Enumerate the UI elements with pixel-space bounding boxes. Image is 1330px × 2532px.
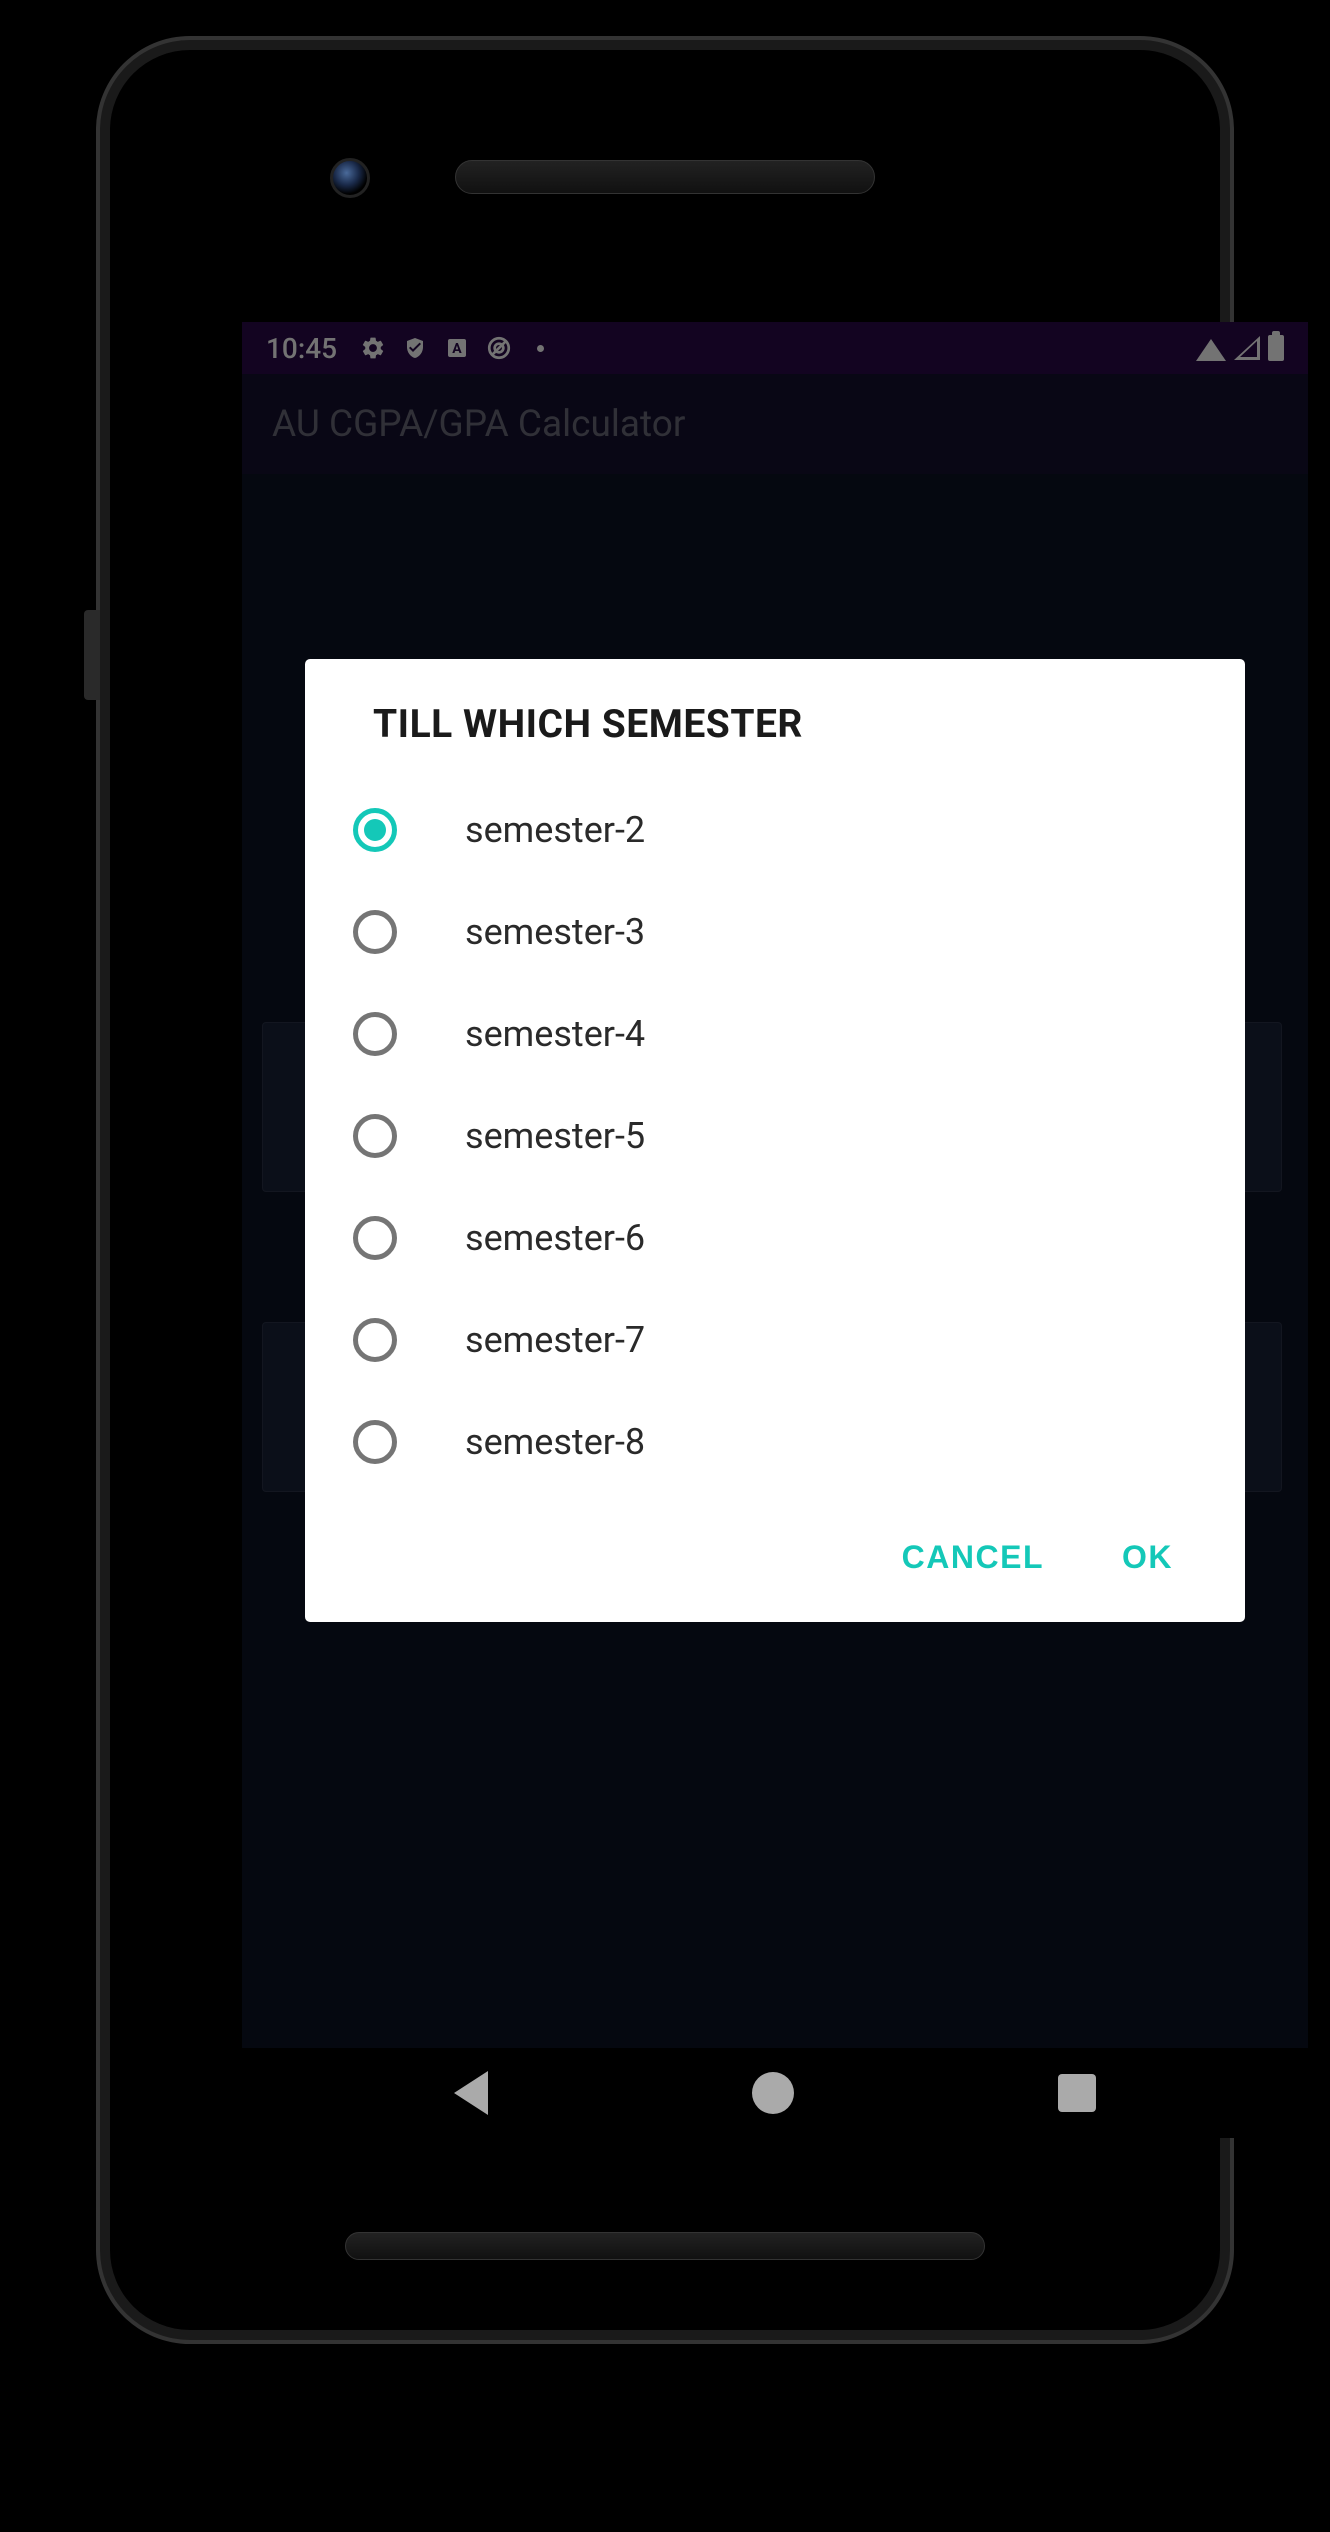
camera-lens [330, 158, 370, 198]
navigation-bar [242, 2048, 1308, 2138]
ok-button[interactable]: OK [1110, 1531, 1185, 1584]
radio-icon [353, 1012, 397, 1056]
recent-button[interactable] [1058, 2074, 1096, 2112]
dialog-overlay[interactable]: TILL WHICH SEMESTER semester-2 semester-3… [242, 322, 1308, 2138]
screen: 10:45 A [242, 322, 1308, 2138]
radio-label: semester-8 [465, 1421, 645, 1463]
radio-item-semester-3[interactable]: semester-3 [305, 881, 1245, 983]
radio-item-semester-6[interactable]: semester-6 [305, 1187, 1245, 1289]
radio-item-semester-5[interactable]: semester-5 [305, 1085, 1245, 1187]
phone-frame: 10:45 A [100, 40, 1230, 2340]
radio-icon [353, 1318, 397, 1362]
radio-item-semester-7[interactable]: semester-7 [305, 1289, 1245, 1391]
radio-label: semester-2 [465, 809, 645, 851]
radio-label: semester-5 [465, 1115, 645, 1157]
radio-label: semester-6 [465, 1217, 645, 1259]
side-button [84, 610, 100, 700]
back-button[interactable] [454, 2071, 488, 2115]
semester-dialog: TILL WHICH SEMESTER semester-2 semester-3… [305, 659, 1245, 1622]
cancel-button[interactable]: CANCEL [890, 1531, 1056, 1584]
radio-label: semester-3 [465, 911, 645, 953]
radio-item-semester-8[interactable]: semester-8 [305, 1391, 1245, 1493]
radio-item-semester-4[interactable]: semester-4 [305, 983, 1245, 1085]
home-button[interactable] [752, 2072, 794, 2114]
radio-list: semester-2 semester-3 semester-4 semester-5… [305, 779, 1245, 1505]
dialog-actions: CANCEL OK [305, 1505, 1245, 1622]
radio-icon [353, 1114, 397, 1158]
radio-item-semester-2[interactable]: semester-2 [305, 779, 1245, 881]
dialog-title: TILL WHICH SEMESTER [305, 701, 1245, 779]
speaker-bottom [345, 2232, 985, 2260]
radio-label: semester-4 [465, 1013, 645, 1055]
radio-label: semester-7 [465, 1319, 645, 1361]
radio-icon [353, 910, 397, 954]
speaker-top [455, 160, 875, 194]
radio-icon [353, 1216, 397, 1260]
radio-icon [353, 1420, 397, 1464]
radio-icon [353, 808, 397, 852]
